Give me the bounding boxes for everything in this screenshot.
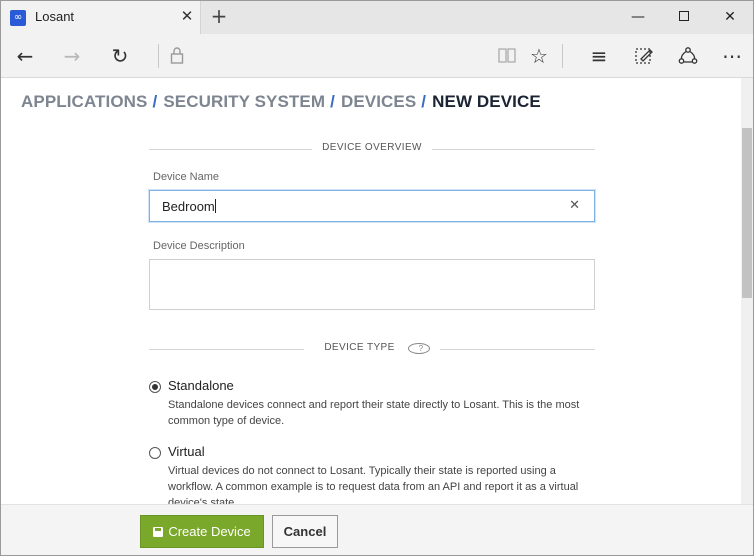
section-title: DEVICE TYPE <box>314 342 405 353</box>
device-description-input[interactable] <box>149 259 595 310</box>
standalone-description: Standalone devices connect and report th… <box>168 399 580 427</box>
device-name-input[interactable]: Bedroom ✕ <box>149 190 595 222</box>
maximize-button[interactable] <box>661 1 707 33</box>
hub-icon[interactable]: ≡ <box>584 42 614 70</box>
create-device-label: Create Device <box>168 524 251 539</box>
breadcrumb-separator: / <box>152 92 158 111</box>
save-icon <box>153 527 164 537</box>
device-name-label: Device Name <box>153 171 220 183</box>
section-title: DEVICE OVERVIEW <box>312 142 432 153</box>
title-bar: ∞ Losant ✕ + — ✕ <box>1 1 753 34</box>
back-arrow-icon[interactable]: ← <box>10 42 40 70</box>
page-content: APPLICATIONS / SECURITY SYSTEM / DEVICES / NEW… <box>1 78 741 504</box>
device-type-header: DEVICE TYPE? <box>149 342 595 356</box>
device-name-value: Bedroom <box>162 199 215 214</box>
nav-divider <box>158 44 159 68</box>
breadcrumb-separator: / <box>330 92 335 111</box>
new-tab-icon[interactable]: + <box>207 4 231 30</box>
breadcrumb-devices[interactable]: DEVICES <box>341 92 416 111</box>
device-description-label: Device Description <box>153 240 245 252</box>
standalone-radio[interactable] <box>149 381 161 393</box>
favorite-star-icon[interactable]: ☆ <box>524 42 554 70</box>
form-footer: Create Device Cancel <box>1 504 753 555</box>
standalone-label: Standalone <box>168 378 234 393</box>
clear-input-icon[interactable]: ✕ <box>569 198 580 213</box>
help-icon[interactable]: ? <box>407 343 430 354</box>
virtual-description: Virtual devices do not connect to Losant… <box>168 465 579 504</box>
breadcrumb: APPLICATIONS / SECURITY SYSTEM / DEVICES / NEW… <box>21 92 541 112</box>
web-note-icon[interactable] <box>629 42 659 70</box>
maximize-icon <box>679 10 689 21</box>
nav-divider <box>562 44 563 68</box>
scrollbar-thumb[interactable] <box>742 128 752 298</box>
more-actions-icon[interactable]: ⋯ <box>717 42 747 70</box>
browser-window: ∞ Losant ✕ + — ✕ ← → ↻ ☆ ≡ ⋯ APPLICATION… <box>0 0 754 556</box>
breadcrumb-applications[interactable]: APPLICATIONS <box>21 92 148 111</box>
forward-arrow-icon[interactable]: → <box>57 42 87 70</box>
create-device-button[interactable]: Create Device <box>140 515 264 548</box>
page-scrollbar[interactable] <box>741 78 753 504</box>
browser-tab[interactable]: ∞ Losant ✕ <box>1 1 201 34</box>
device-overview-header: DEVICE OVERVIEW <box>149 142 595 156</box>
minimize-button[interactable]: — <box>615 1 661 33</box>
virtual-radio[interactable] <box>149 447 161 459</box>
breadcrumb-current-page: NEW DEVICE <box>432 92 541 111</box>
text-caret <box>214 199 216 213</box>
share-icon[interactable] <box>673 42 703 70</box>
breadcrumb-security-system[interactable]: SECURITY SYSTEM <box>163 92 325 111</box>
virtual-label: Virtual <box>168 444 205 459</box>
losant-favicon-icon: ∞ <box>10 10 26 26</box>
lock-icon <box>162 42 192 70</box>
tab-title: Losant <box>35 9 75 24</box>
tab-close-icon[interactable]: ✕ <box>179 7 195 27</box>
breadcrumb-separator: / <box>421 92 427 111</box>
reading-view-icon[interactable] <box>492 42 522 70</box>
cancel-button[interactable]: Cancel <box>272 515 338 548</box>
refresh-icon[interactable]: ↻ <box>105 42 135 70</box>
close-window-button[interactable]: ✕ <box>707 1 753 33</box>
navigation-bar: ← → ↻ ☆ ≡ ⋯ <box>1 34 753 78</box>
